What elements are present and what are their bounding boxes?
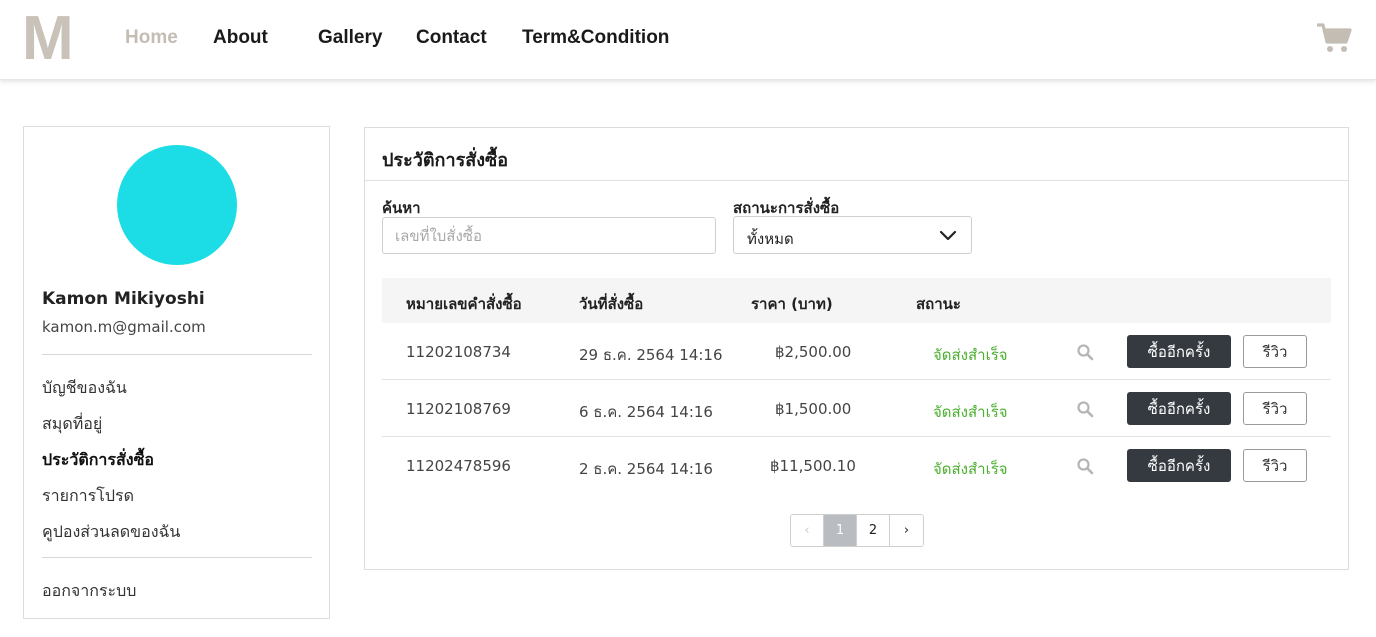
top-navbar: M Home About Gallery Contact Term&Condit… — [0, 0, 1376, 80]
shopping-cart-icon[interactable] — [1316, 22, 1352, 54]
sidebar-item-favorites[interactable]: รายการโปรด — [42, 484, 134, 509]
column-header-price: ราคา (บาท) — [751, 295, 833, 313]
review-button[interactable]: รีวิว — [1243, 392, 1307, 425]
nav-home-link[interactable]: Home — [125, 27, 178, 49]
status-filter-value: ทั้งหมด — [747, 230, 794, 248]
nav-about-link[interactable]: About — [213, 27, 268, 49]
user-email: kamon.m@gmail.com — [42, 318, 206, 336]
panel-divider — [365, 180, 1348, 181]
order-price: ฿11,500.10 — [770, 457, 856, 475]
order-number: 11202478596 — [406, 457, 511, 475]
page-button-1[interactable]: 1 — [824, 515, 857, 546]
order-price: ฿1,500.00 — [775, 400, 852, 418]
table-row: 11202108769 6 ธ.ค. 2564 14:16 ฿1,500.00 … — [382, 380, 1331, 437]
order-number: 11202108734 — [406, 343, 511, 361]
review-button[interactable]: รีวิว — [1243, 335, 1307, 368]
buy-again-button[interactable]: ซื้ออีกครั้ง — [1127, 449, 1231, 482]
column-header-status: สถานะ — [916, 295, 961, 313]
nav-gallery-link[interactable]: Gallery — [318, 27, 382, 49]
user-name: Kamon Mikiyoshi — [42, 289, 205, 309]
sidebar-item-my-account[interactable]: บัญชีของฉัน — [42, 376, 127, 401]
order-date: 2 ธ.ค. 2564 14:16 — [579, 460, 713, 478]
avatar — [117, 145, 237, 265]
chevron-down-icon — [939, 230, 957, 241]
next-page-button[interactable]: › — [890, 515, 923, 546]
page-title: ประวัติการสั่งซื้อ — [382, 150, 509, 171]
order-date: 29 ธ.ค. 2564 14:16 — [579, 346, 723, 364]
order-date: 6 ธ.ค. 2564 14:16 — [579, 403, 713, 421]
sidebar-item-address-book[interactable]: สมุดที่อยู่ — [42, 412, 102, 437]
status-filter-select[interactable]: ทั้งหมด — [733, 216, 972, 254]
pagination: ‹ 1 2 › — [790, 514, 924, 547]
order-status: จัดส่งสำเร็จ — [933, 403, 1008, 421]
brand-logo[interactable]: M — [22, 8, 74, 70]
account-sidebar: Kamon Mikiyoshi kamon.m@gmail.com บัญชีข… — [23, 126, 330, 619]
nav-contact-link[interactable]: Contact — [416, 27, 487, 49]
page-button-2[interactable]: 2 — [857, 515, 890, 546]
buy-again-button[interactable]: ซื้ออีกครั้ง — [1127, 335, 1231, 368]
order-status: จัดส่งสำเร็จ — [933, 460, 1008, 478]
column-header-order-no: หมายเลขคำสั่งซื้อ — [406, 295, 522, 313]
search-icon[interactable] — [1076, 457, 1094, 475]
table-header: หมายเลขคำสั่งซื้อ วันที่สั่งซื้อ ราคา (บ… — [382, 278, 1331, 323]
order-status: จัดส่งสำเร็จ — [933, 346, 1008, 364]
column-header-date: วันที่สั่งซื้อ — [579, 295, 644, 313]
order-number: 11202108769 — [406, 400, 511, 418]
sidebar-item-logout[interactable]: ออกจากระบบ — [42, 579, 136, 604]
sidebar-item-order-history[interactable]: ประวัติการสั่งซื้อ — [42, 448, 154, 473]
table-row: 11202478596 2 ธ.ค. 2564 14:16 ฿11,500.10… — [382, 437, 1331, 494]
sidebar-item-coupons[interactable]: คูปองส่วนลดของฉัน — [42, 520, 180, 545]
table-row: 11202108734 29 ธ.ค. 2564 14:16 ฿2,500.00… — [382, 323, 1331, 380]
order-price: ฿2,500.00 — [775, 343, 852, 361]
order-history-panel: ประวัติการสั่งซื้อ ค้นหา สถานะการสั่งซื้… — [364, 127, 1349, 570]
sidebar-divider — [42, 354, 312, 355]
search-icon[interactable] — [1076, 400, 1094, 418]
sidebar-divider — [42, 557, 312, 558]
review-button[interactable]: รีวิว — [1243, 449, 1307, 482]
buy-again-button[interactable]: ซื้ออีกครั้ง — [1127, 392, 1231, 425]
search-icon[interactable] — [1076, 343, 1094, 361]
prev-page-button[interactable]: ‹ — [791, 515, 824, 546]
nav-terms-link[interactable]: Term&Condition — [522, 27, 669, 49]
search-input[interactable] — [382, 217, 716, 254]
